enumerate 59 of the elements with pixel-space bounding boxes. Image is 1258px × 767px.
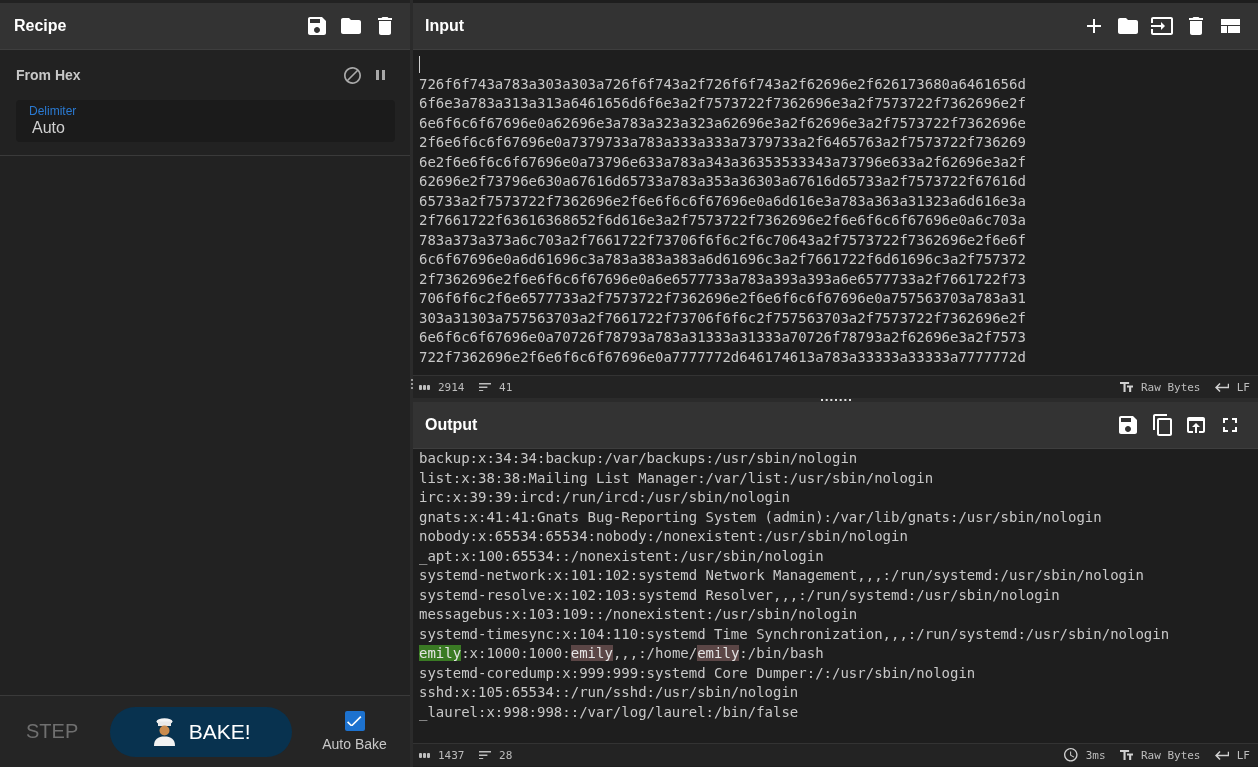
layout-icon[interactable] [1220,19,1240,33]
disable-icon[interactable] [344,66,361,84]
folder-icon[interactable] [341,18,361,34]
output-line: list:x:38:38:Mailing List Manager:/var/list:/usr/sbin/nologin [419,468,934,488]
output-line: irc:x:39:39:ircd:/run/ircd:/usr/sbin/nologin [419,488,790,507]
output-line: gnats:x:41:41:Gnats Bug-Reporting System (admin):/var/lib/gnats:/usr/sbin/nologin [419,507,1102,527]
plus-icon[interactable] [1087,19,1101,33]
fullscreen-icon[interactable] [1223,418,1237,432]
blocks-icon [419,384,430,390]
folder-icon[interactable] [1118,18,1138,34]
auto-bake-checkbox[interactable] [344,711,365,731]
output-line: backup:x:34:34:backup:/var/backups:/usr/sbin/nologin [419,449,858,468]
pause-icon[interactable] [376,69,385,81]
character-count: 2914 [438,380,465,394]
auto-bake-label[interactable]: Auto Bake [322,736,387,752]
return-icon[interactable] [1214,750,1229,760]
check-icon [347,715,362,727]
clock-icon [1064,748,1078,762]
import-icon[interactable] [1151,17,1173,35]
output-line: systemd-network:x:101:102:systemd Network Management,,,:/run/systemd:/usr/sbin/nologin [419,566,1144,585]
output-line: nobody:x:65534:65534:nobody:/nonexistent:/usr/sbin/nologin [419,527,908,546]
trash-icon[interactable] [378,17,392,35]
bake-time: 3ms [1085,748,1106,762]
character-count: 1437 [438,748,465,762]
input-title: Input [425,17,465,35]
encoding-selector[interactable]: Raw Bytes [1140,380,1201,394]
operation-title: From Hex [16,67,81,83]
output-line: systemd-coredump:x:999:999:systemd Core Dumper:/:/usr/sbin/nologin [419,663,976,683]
chef-icon [151,717,177,746]
encoding-selector[interactable]: Raw Bytes [1140,748,1201,762]
line-count: 28 [499,748,513,762]
output-line: sshd:x:105:65534::/run/sshd:/usr/sbin/nologin [419,683,799,702]
trash-icon[interactable] [1189,17,1203,35]
eol-selector[interactable]: LF [1236,380,1250,394]
save-icon[interactable] [308,17,326,35]
upload-icon[interactable] [1187,417,1205,433]
output-line: systemd-timesync:x:104:110:systemd Time Synchronization,,,:/run/systemd:/usr/sbin/nologin [419,624,1170,644]
lines-icon [478,382,492,392]
text-cursor [419,56,420,73]
text-format-icon[interactable] [1119,381,1133,393]
output-line: systemd-resolve:x:102:103:systemd Resolver,,,:/run/systemd:/usr/sbin/nologin [419,585,1060,605]
resize-handle[interactable] [410,378,413,389]
eol-selector[interactable]: LF [1236,748,1250,762]
copy-icon[interactable] [1152,414,1172,436]
save-icon[interactable] [1119,416,1137,434]
delimiter-field[interactable]: Delimiter Auto [16,100,395,142]
recipe-title: Recipe [14,17,67,35]
resize-handle[interactable] [820,399,851,401]
output-line: _apt:x:100:65534::/nonexistent:/usr/sbin/nologin [419,546,824,566]
output-line: emily:x:1000:1000:emily,,,:/home/emily:/bin/bash [419,644,824,663]
output-line: messagebus:x:103:109::/nonexistent:/usr/sbin/nologin [419,605,858,624]
text-format-icon[interactable] [1119,749,1133,761]
output-line: _laurel:x:998:998::/var/log/laurel:/bin/false [419,702,799,722]
lines-icon [478,750,492,760]
bake-button[interactable]: BAKE! [110,706,293,757]
line-count: 41 [499,380,513,394]
return-icon[interactable] [1214,382,1229,392]
blocks-icon [419,752,430,758]
output-title: Output [425,416,478,434]
